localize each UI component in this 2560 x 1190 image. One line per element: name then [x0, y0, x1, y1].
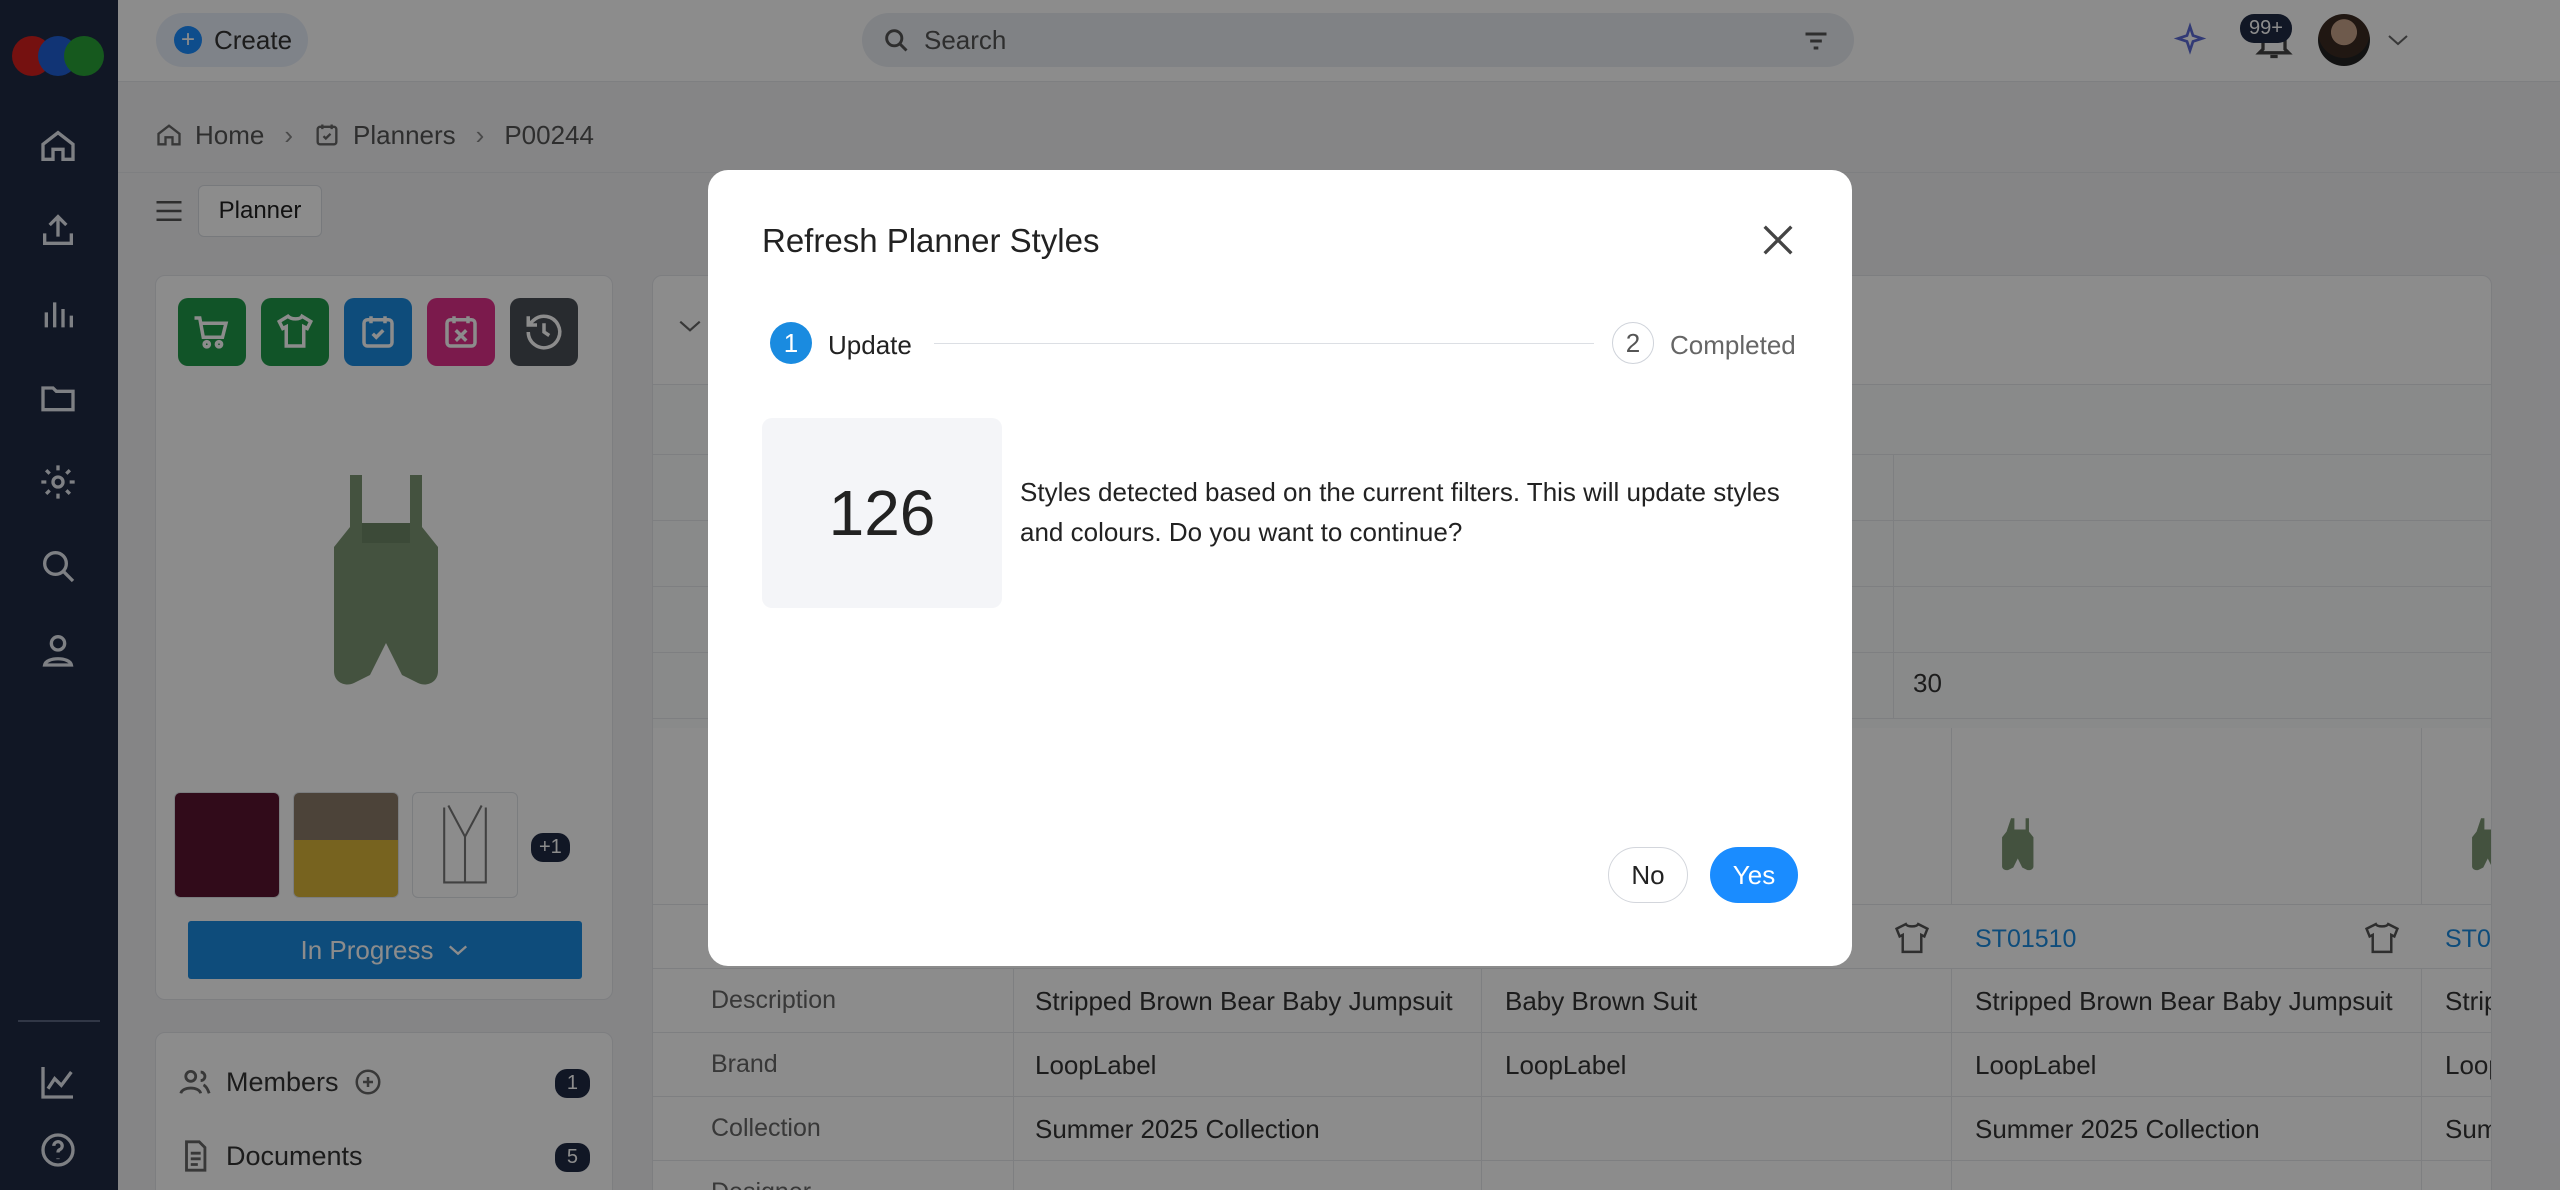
close-icon[interactable]: [1758, 220, 1798, 260]
confirmation-message: Styles detected based on the current fil…: [1020, 477, 1780, 547]
refresh-planner-styles-dialog: Refresh Planner Styles 1 Update 2 Comple…: [708, 170, 1852, 966]
dialog-title: Refresh Planner Styles: [762, 222, 1100, 259]
step-label-completed: Completed: [1670, 330, 1796, 360]
step-label-update: Update: [828, 330, 912, 360]
step-connector: [934, 343, 1594, 344]
step-indicator-1: 1: [770, 322, 812, 364]
styles-count: 126: [762, 418, 1002, 608]
no-button[interactable]: No: [1608, 847, 1688, 903]
yes-button[interactable]: Yes: [1710, 847, 1798, 903]
step-indicator-2: 2: [1612, 322, 1654, 364]
